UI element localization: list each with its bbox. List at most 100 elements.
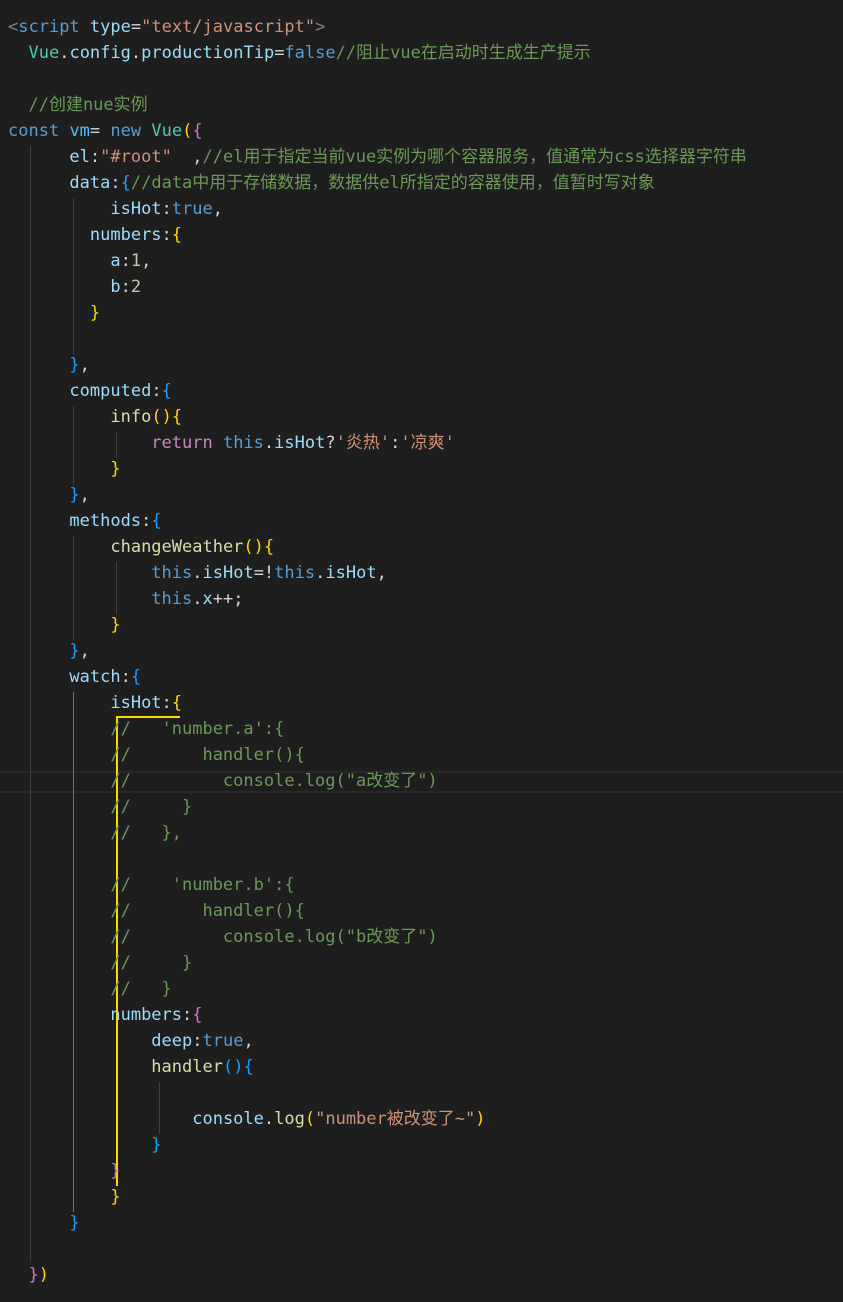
code-token: log: [274, 1109, 305, 1129]
code-token: }: [69, 641, 80, 661]
code-line: console.log("number被改变了~"): [8, 1106, 485, 1132]
code-token: {: [151, 511, 162, 531]
code-token: true: [171, 199, 213, 219]
code-token: isHot: [274, 433, 326, 453]
code-token: {: [192, 121, 203, 141]
code-token: (: [151, 407, 162, 427]
code-token: true: [202, 1031, 244, 1051]
code-token: isHot: [202, 563, 254, 583]
code-token: }: [110, 1161, 121, 1181]
code-line: // 'number.b':{: [8, 872, 294, 898]
code-token: }: [28, 1265, 39, 1285]
code-line: // },: [8, 820, 182, 846]
code-token: :: [89, 147, 101, 167]
code-token: :: [110, 173, 121, 193]
code-line: // }: [8, 794, 192, 820]
code-token: // }: [8, 797, 193, 817]
code-token: // console.log("a改变了"): [8, 771, 438, 791]
code-token: a: [110, 251, 121, 271]
code-token: isHot: [110, 693, 162, 713]
code-token: ,: [171, 147, 203, 167]
code-token: "number被改变了~": [315, 1109, 476, 1129]
code-token: ,: [243, 1031, 254, 1051]
code-line: data:{//data中用于存储数据，数据供el所指定的容器使用，值暂时写对象: [8, 170, 654, 196]
code-token: isHot: [325, 563, 377, 583]
code-editor[interactable]: <script type="text/javascript"> Vue.conf…: [0, 0, 843, 1302]
code-token: return: [151, 433, 213, 453]
code-token: .: [59, 43, 70, 63]
code-token: productionTip: [141, 43, 275, 63]
code-token: }: [110, 615, 121, 635]
code-token: ,: [376, 563, 387, 583]
code-token: ,: [141, 251, 152, 271]
code-token: // 'number.a':{: [8, 719, 285, 739]
code-token: {: [171, 693, 183, 713]
code-token: <: [8, 17, 19, 37]
code-token: // }: [8, 979, 172, 999]
code-line: }: [8, 612, 121, 638]
code-line: computed:{: [8, 378, 171, 404]
code-token: (: [182, 121, 193, 141]
code-line: // handler(){: [8, 898, 305, 924]
code-line: }: [8, 1210, 79, 1236]
code-line: }: [8, 1184, 121, 1210]
code-token: .: [130, 43, 142, 63]
code-token: data: [69, 173, 111, 193]
code-token: 2: [130, 277, 142, 297]
code-token: 1: [130, 251, 142, 271]
code-token: :: [161, 693, 172, 713]
code-token: type: [89, 17, 131, 37]
code-line: watch:{: [8, 664, 141, 690]
code-token: =: [89, 121, 111, 141]
code-token: watch: [69, 667, 121, 687]
code-token: new: [110, 121, 142, 141]
code-token: ,: [79, 641, 90, 661]
code-line: },: [8, 482, 90, 508]
code-token: methods: [69, 511, 142, 531]
code-line: }: [8, 300, 100, 326]
code-token: false: [284, 43, 336, 63]
code-line: el:"#root" ,//el用于指定当前vue实例为哪个容器服务，值通常为c…: [8, 144, 746, 170]
code-line: return this.isHot?'炎热':'凉爽': [8, 430, 455, 456]
code-token: ): [38, 1265, 49, 1285]
code-token: handler: [151, 1057, 223, 1077]
code-line: isHot:true,: [8, 196, 223, 222]
code-token: ): [161, 407, 172, 427]
code-line: this.isHot=!this.isHot,: [8, 560, 387, 586]
code-token: }: [110, 1187, 121, 1207]
code-token: (: [243, 537, 254, 557]
code-token: this: [151, 563, 193, 583]
code-token: b: [110, 277, 121, 297]
code-token: // handler(){: [8, 901, 305, 921]
code-token: .: [263, 1109, 275, 1129]
code-line: info(){: [8, 404, 182, 430]
code-token: {: [171, 407, 183, 427]
code-token: vm: [69, 121, 90, 141]
code-line: Vue.config.productionTip=false//阻止vue在启动…: [8, 40, 590, 66]
code-token: ): [475, 1109, 486, 1129]
code-line: // 'number.a':{: [8, 716, 284, 742]
code-token: {: [243, 1057, 254, 1077]
code-line: b:2: [8, 274, 141, 300]
code-token: ++;: [212, 589, 244, 609]
code-token: numbers: [110, 1005, 183, 1025]
code-token: "#root": [100, 147, 172, 167]
code-token: {: [130, 667, 142, 687]
code-line: // handler(){: [8, 742, 304, 768]
code-token: '凉爽': [400, 433, 455, 453]
